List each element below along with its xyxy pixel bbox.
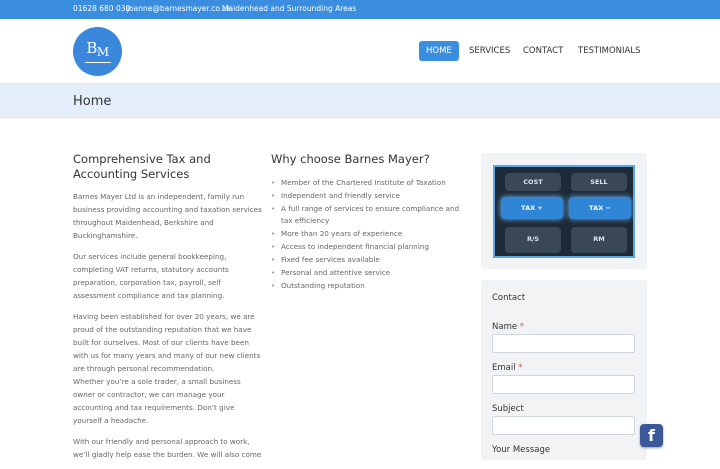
- email-label: Email *: [492, 363, 523, 373]
- list-item: A full range of services to ensure compl…: [271, 203, 466, 227]
- nav-contact[interactable]: CONTACT: [516, 41, 570, 61]
- calculator-image: COST SELL TAX + TAX − R/S RM: [493, 165, 635, 258]
- why-heading: Why choose Barnes Mayer?: [271, 152, 430, 166]
- calc-key: COST: [505, 173, 561, 191]
- intro-heading: Comprehensive Tax and Accounting Service…: [73, 152, 211, 181]
- list-item: Personal and attentive service: [271, 267, 466, 279]
- subject-label: Subject: [492, 404, 524, 414]
- intro-paragraph: Our services include general bookkeeping…: [73, 252, 229, 300]
- phone-number[interactable]: 01628 680 030: [73, 4, 130, 13]
- intro-paragraph: With our friendly and personal approach …: [73, 437, 262, 459]
- logo[interactable]: BM: [73, 27, 122, 76]
- calc-key: TAX −: [569, 197, 631, 219]
- intro-paragraph: Barnes Mayer Ltd is an independent, fami…: [73, 192, 262, 240]
- list-item: Fixed fee services available: [271, 254, 466, 266]
- nav-home[interactable]: HOME: [419, 41, 459, 61]
- intro-paragraph: Whether you’re a sole trader, a small bu…: [73, 377, 241, 425]
- sidebar-image-widget: COST SELL TAX + TAX − R/S RM: [481, 153, 647, 269]
- facebook-icon[interactable]: f: [640, 424, 663, 447]
- contact-widget: Contact Name * Email * Subject Your Mess…: [481, 280, 647, 460]
- service-area: Maidenhead and Surrounding Areas: [222, 4, 357, 13]
- list-item: Independent and friendly service: [271, 190, 466, 202]
- logo-text: BM: [86, 38, 109, 59]
- list-item: Outstanding reputation: [271, 280, 466, 292]
- top-bar: 01628 680 030 joanne@barnesmayer.co.uk M…: [0, 0, 720, 19]
- intro-section: Comprehensive Tax and Accounting Service…: [73, 152, 263, 469]
- list-item: Access to independent financial planning: [271, 241, 466, 253]
- contact-widget-title: Contact: [492, 293, 526, 303]
- intro-paragraph: Having been established for over 20 year…: [73, 312, 261, 373]
- email-input[interactable]: [492, 375, 635, 394]
- email-link[interactable]: joanne@barnesmayer.co.uk: [127, 4, 231, 13]
- nav-services[interactable]: SERVICES: [462, 41, 517, 61]
- nav-testimonials[interactable]: TESTIMONIALS: [571, 41, 648, 61]
- why-section: Why choose Barnes Mayer? Member of the C…: [271, 152, 466, 293]
- list-item: More than 20 years of experience: [271, 228, 466, 240]
- list-item: Member of the Chartered Institute of Tax…: [271, 177, 466, 189]
- name-label: Name *: [492, 322, 525, 332]
- page-title: Home: [73, 94, 112, 109]
- calc-key: TAX +: [501, 197, 563, 219]
- calc-key: R/S: [505, 227, 561, 253]
- site-header: BM HOME SERVICES CONTACT TESTIMONIALS: [0, 19, 720, 84]
- page-title-bar: Home: [0, 84, 720, 118]
- subject-input[interactable]: [492, 416, 635, 435]
- calc-key: SELL: [571, 173, 627, 191]
- name-input[interactable]: [492, 334, 635, 353]
- why-list: Member of the Chartered Institute of Tax…: [271, 177, 466, 292]
- message-label: Your Message: [492, 445, 551, 455]
- calc-key: RM: [571, 227, 627, 253]
- logo-underline: [84, 61, 111, 63]
